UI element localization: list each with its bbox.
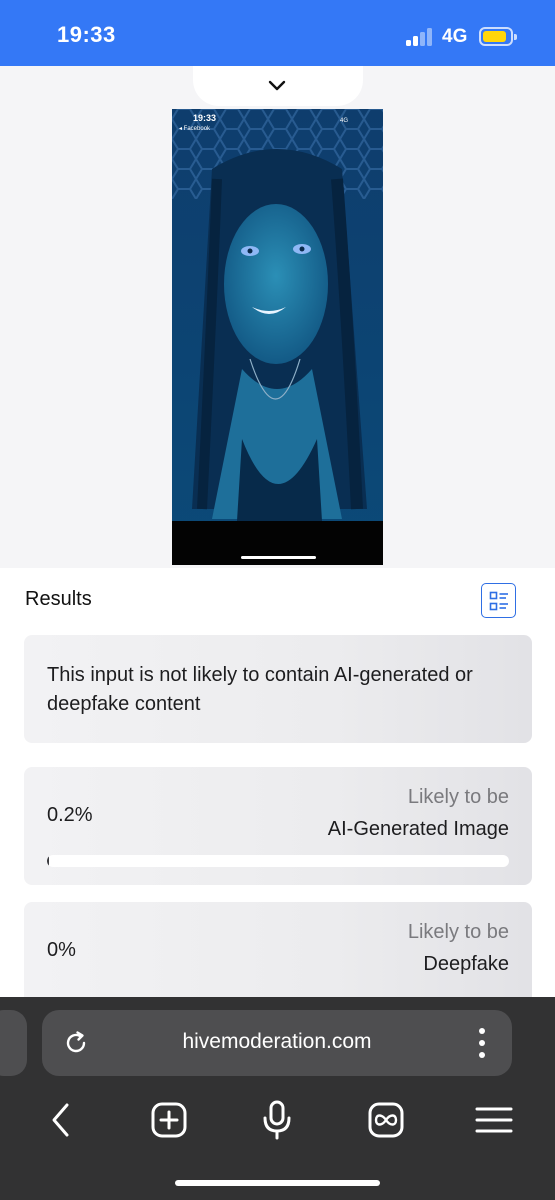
url-text[interactable]: hivemoderation.com — [42, 1030, 512, 1054]
hamburger-menu-icon[interactable] — [474, 1100, 514, 1140]
score-value: 0% — [47, 939, 76, 961]
results-title: Results — [25, 588, 92, 610]
list-view-icon — [489, 591, 508, 611]
summary-text: This input is not likely to contain AI-g… — [47, 664, 473, 715]
score-card: 0.2% Likely to be AI-Generated Image — [24, 767, 532, 885]
previous-tab-peek[interactable] — [0, 1010, 27, 1076]
score-progress-bar — [47, 855, 509, 867]
thumbnail-back-label: ◂ Facebook — [179, 126, 211, 132]
likely-label: Likely to be — [407, 786, 509, 808]
chevron-down-icon — [268, 80, 286, 91]
microphone-icon[interactable] — [257, 1100, 297, 1140]
results-header: Results — [0, 568, 555, 632]
status-bar: 19:33 4G — [0, 0, 555, 66]
thumbnail-bottom-bar — [172, 521, 383, 565]
score-card: 0% Likely to be Deepfake — [24, 902, 532, 1000]
score-progress-fill — [47, 855, 49, 867]
photo-thumbnail — [172, 109, 383, 565]
plus-square-icon[interactable] — [149, 1100, 189, 1140]
summary-card: This input is not likely to contain AI-g… — [24, 635, 532, 743]
likely-label: Likely to be — [407, 921, 509, 943]
more-vertical-icon[interactable] — [479, 1028, 485, 1058]
chevron-left-icon[interactable] — [42, 1100, 82, 1140]
uploaded-image-thumbnail: 19:33 ◂ Facebook 4G — [172, 109, 383, 565]
home-indicator — [175, 1180, 380, 1186]
results-view-toggle-button[interactable] — [481, 583, 516, 618]
battery-icon — [479, 27, 517, 46]
infinity-icon[interactable] — [366, 1100, 406, 1140]
class-name: Deepfake — [423, 953, 509, 975]
media-preview: 19:33 ◂ Facebook 4G — [0, 66, 555, 568]
browser-bottom-bar: hivemoderation.com — [0, 997, 555, 1200]
signal-icon — [406, 28, 434, 46]
thumbnail-status-bar: 19:33 ◂ Facebook 4G — [172, 109, 383, 137]
thumbnail-home-indicator — [241, 556, 316, 559]
status-time: 19:33 — [57, 22, 116, 47]
class-name: AI-Generated Image — [327, 818, 509, 840]
network-label: 4G — [442, 26, 468, 47]
thumbnail-time: 19:33 — [193, 113, 217, 123]
address-bar[interactable]: hivemoderation.com — [42, 1010, 512, 1076]
thumbnail-network: 4G — [340, 118, 349, 124]
score-value: 0.2% — [47, 804, 93, 826]
collapse-preview-button[interactable] — [193, 66, 363, 106]
